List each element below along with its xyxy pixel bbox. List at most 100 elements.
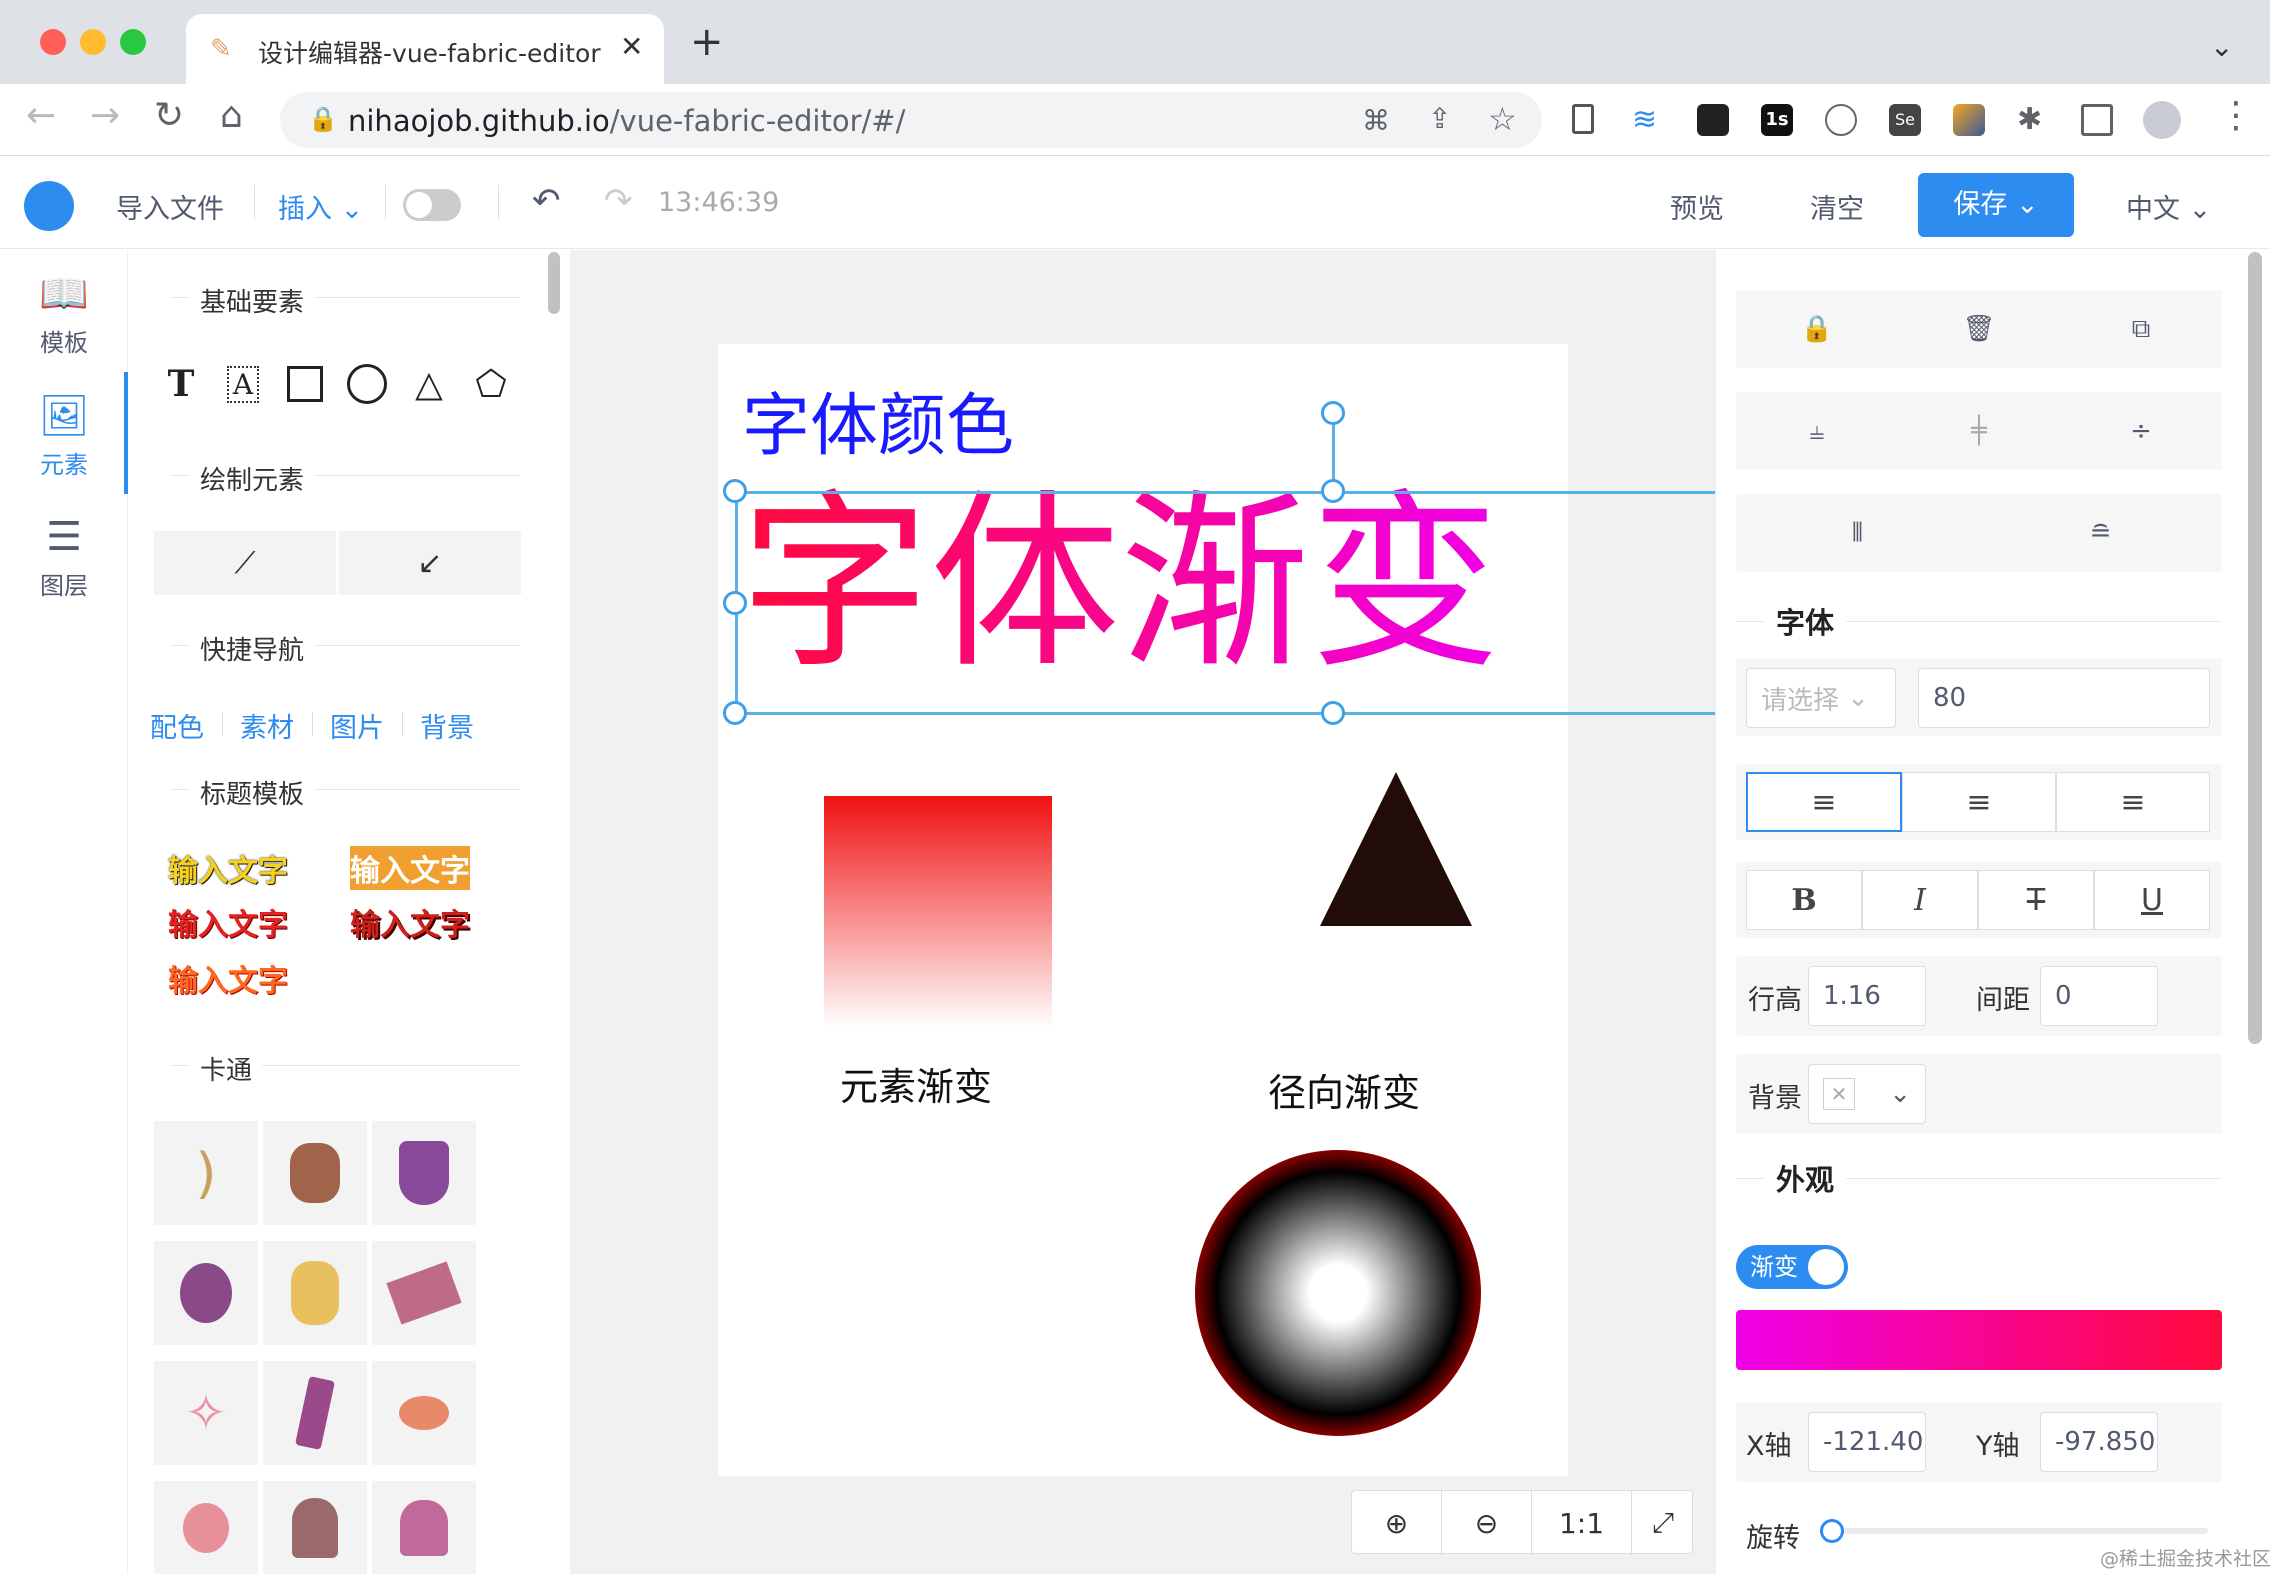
rotate-slider-handle[interactable]	[1820, 1519, 1844, 1543]
radial-circle-object[interactable]	[1195, 1150, 1481, 1436]
cartoon-crystal-image[interactable]	[263, 1361, 367, 1465]
lock-icon[interactable]: 🔒	[1736, 290, 1898, 368]
resize-handle-tm[interactable]	[1321, 479, 1345, 503]
font-size-input[interactable]: 80	[1918, 668, 2210, 728]
mode-toggle[interactable]	[403, 189, 461, 221]
align-vertical-center-icon[interactable]: ⫨	[1736, 392, 1898, 470]
clear-button[interactable]: 清空	[1810, 187, 1864, 226]
draw-line-button[interactable]: ⟋	[154, 531, 336, 595]
cartoon-egg-image[interactable]	[154, 1241, 258, 1345]
background-color-picker[interactable]: ✕ ⌄	[1808, 1064, 1926, 1124]
cartoon-meat-image[interactable]	[372, 1361, 476, 1465]
url-bar[interactable]: 🔒 nihaojob.github.io/vue-fabric-editor/#…	[280, 92, 1542, 148]
x-position-input[interactable]: -121.40	[1808, 1412, 1926, 1472]
quick-link-material[interactable]: 素材	[240, 706, 294, 745]
selenium-extension-icon[interactable]: Se	[1889, 104, 1921, 136]
gradient-rect-object[interactable]	[824, 796, 1052, 1028]
strikethrough-icon[interactable]: T	[1978, 870, 2094, 930]
title-template-item[interactable]: 输入文字	[350, 900, 470, 944]
gradient-toggle[interactable]: 渐变	[1736, 1245, 1848, 1289]
textbox-tool-icon[interactable]: A	[214, 355, 272, 413]
import-file-button[interactable]: 导入文件	[116, 187, 224, 226]
resize-handle-ml[interactable]	[723, 591, 747, 615]
cartoon-centaur-image[interactable]	[263, 1121, 367, 1225]
browser-menu-icon[interactable]: ⋮	[2218, 98, 2254, 134]
home-icon[interactable]: ⌂	[220, 98, 243, 134]
colorful-extension-icon[interactable]	[1953, 104, 1985, 136]
translate-icon[interactable]: ⌘	[1362, 104, 1390, 137]
cartoon-helmet-image[interactable]	[372, 1481, 476, 1574]
distribute-icon[interactable]: ÷	[2060, 392, 2222, 470]
glasses-extension-icon[interactable]	[1697, 104, 1729, 136]
triangle-object[interactable]	[1320, 772, 1472, 926]
bookmark-star-icon[interactable]: ☆	[1488, 100, 1517, 138]
undo-icon[interactable]: ↶	[532, 181, 561, 221]
align-right-icon[interactable]: ≡	[2056, 772, 2210, 832]
center-vertical-icon[interactable]: ≘	[1979, 494, 2222, 572]
align-center-icon[interactable]: ╪	[1898, 392, 2060, 470]
cartoon-elf-image[interactable]	[263, 1241, 367, 1345]
profile-avatar-icon[interactable]	[2143, 101, 2181, 139]
draw-arrow-button[interactable]: ↙	[339, 531, 521, 595]
language-dropdown[interactable]: 中文 ⌄	[2126, 187, 2211, 226]
zoom-in-icon[interactable]: ⊕	[1352, 1491, 1442, 1555]
zoom-out-icon[interactable]: ⊖	[1442, 1491, 1532, 1555]
reader-extension-icon[interactable]	[1572, 104, 1594, 134]
forward-icon[interactable]: →	[90, 98, 120, 134]
reload-icon[interactable]: ↻	[154, 98, 184, 134]
center-horizontal-icon[interactable]: ⫴	[1736, 494, 1979, 572]
layers-extension-icon[interactable]: ≋	[1632, 104, 1664, 136]
spacing-input[interactable]: 0	[2040, 966, 2158, 1026]
share-icon[interactable]: ⇪	[1428, 102, 1451, 135]
radial-gradient-label[interactable]: 径向渐变	[1268, 1062, 1420, 1117]
rotate-slider-track[interactable]	[1828, 1528, 2208, 1534]
sidepanel-icon[interactable]	[2081, 104, 2113, 136]
italic-icon[interactable]: I	[1862, 870, 1978, 930]
y-position-input[interactable]: -97.850	[2040, 1412, 2158, 1472]
maximize-window-button[interactable]	[120, 29, 146, 55]
bold-icon[interactable]: B	[1746, 870, 1862, 930]
close-window-button[interactable]	[40, 29, 66, 55]
back-icon[interactable]: ←	[26, 98, 56, 134]
title-template-item[interactable]: 输入文字	[168, 900, 288, 944]
align-left-icon[interactable]: ≡	[1746, 772, 1902, 832]
gradient-color-bar[interactable]	[1736, 1310, 2222, 1370]
resize-handle-tl[interactable]	[723, 479, 747, 503]
panel-scrollbar[interactable]	[548, 252, 560, 314]
nav-item-layers[interactable]: ☰ 图层	[0, 514, 128, 601]
title-template-item[interactable]: 输入文字	[168, 956, 288, 1000]
puzzle-extensions-icon[interactable]: ✱	[2017, 104, 2049, 136]
cartoon-hood-image[interactable]	[263, 1481, 367, 1574]
minimize-window-button[interactable]	[80, 29, 106, 55]
rect-tool-icon[interactable]	[276, 355, 334, 413]
zoom-reset-button[interactable]: 1:1	[1532, 1491, 1632, 1555]
cartoon-bow-image[interactable]: )	[154, 1121, 258, 1225]
selection-box[interactable]	[735, 491, 1735, 715]
delete-icon[interactable]: 🗑	[1898, 290, 2060, 368]
text-color-object[interactable]: 字体颜色	[742, 370, 1014, 469]
insert-dropdown[interactable]: 插入 ⌄	[278, 187, 363, 226]
browser-tab[interactable]: ✎ 设计编辑器-vue-fabric-editor ✕	[186, 14, 664, 84]
close-icon[interactable]: ✕	[620, 30, 643, 63]
element-gradient-label[interactable]: 元素渐变	[840, 1056, 992, 1111]
cartoon-bag-image[interactable]	[154, 1481, 258, 1574]
attribute-panel-scrollbar[interactable]	[2248, 252, 2262, 1044]
resize-handle-bm[interactable]	[1321, 701, 1345, 725]
fullscreen-icon[interactable]: ⤢	[1632, 1491, 1694, 1555]
1s-extension-icon[interactable]: 1s	[1761, 104, 1793, 136]
chevron-down-icon[interactable]: ⌄	[2210, 30, 2233, 63]
quick-link-background[interactable]: 背景	[420, 706, 474, 745]
save-button[interactable]: 保存 ⌄	[1918, 173, 2074, 237]
line-height-input[interactable]: 1.16	[1808, 966, 1926, 1026]
align-center-text-icon[interactable]: ≡	[1902, 772, 2056, 832]
cartoon-fairy-image[interactable]: ✧	[154, 1361, 258, 1465]
title-template-item[interactable]: 输入文字	[350, 846, 470, 890]
cartoon-armor-image[interactable]	[372, 1121, 476, 1225]
circle-tool-icon[interactable]	[338, 355, 396, 413]
nav-item-elements[interactable]: 🖼 元素	[0, 392, 128, 480]
font-family-select[interactable]: 请选择 ⌄	[1746, 668, 1896, 728]
rotate-handle[interactable]	[1321, 401, 1345, 425]
cartoon-map-image[interactable]	[372, 1241, 476, 1345]
text-tool-icon[interactable]: T	[152, 355, 210, 413]
quick-link-image[interactable]: 图片	[330, 706, 384, 745]
